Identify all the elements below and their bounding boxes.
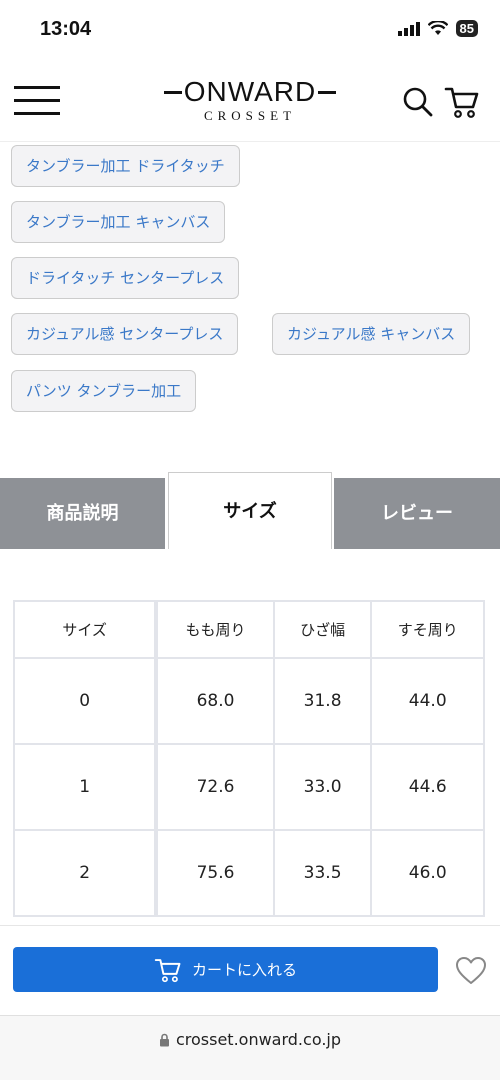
table-header: ひざ幅 [272, 600, 373, 659]
signal-icon [397, 21, 420, 36]
table-cell: 75.6 [155, 829, 275, 917]
table-cell: 0 [12, 657, 159, 745]
battery-indicator: 85 [455, 20, 478, 37]
cart-icon [444, 87, 479, 118]
logo-text: ONWARD [183, 76, 317, 107]
table-cell: 46.0 [370, 829, 485, 917]
favorite-button[interactable] [455, 956, 487, 986]
tab-size[interactable]: サイズ [168, 472, 332, 549]
table-row: 1 72.6 33.0 44.6 [12, 743, 485, 831]
cart-icon [154, 958, 181, 982]
tag-chip[interactable]: タンブラー加工 ドライタッチ [11, 145, 240, 187]
table-row: 2 75.6 33.5 46.0 [12, 829, 485, 917]
tab-description[interactable]: 商品説明 [0, 478, 165, 549]
table-cell: 72.6 [155, 743, 275, 831]
search-button[interactable] [402, 86, 434, 118]
hamburger-line [14, 99, 60, 102]
add-to-cart-label: カートに入れる [191, 961, 297, 979]
table-cell: 33.5 [272, 829, 373, 917]
lock-icon [159, 1033, 169, 1046]
url-display: crosset.onward.co.jp [0, 1030, 500, 1049]
status-icons: 85 [397, 20, 478, 37]
wifi-icon [427, 21, 448, 35]
table-cell: 31.8 [272, 657, 373, 745]
hamburger-line [14, 112, 60, 115]
cart-button[interactable] [444, 84, 480, 120]
hamburger-line [14, 86, 60, 89]
logo-subtext: CROSSET [203, 108, 297, 123]
menu-button[interactable] [14, 86, 60, 116]
tag-chip[interactable]: カジュアル感 センタープレス [11, 313, 239, 355]
tag-chip[interactable]: パンツ タンブラー加工 [11, 370, 197, 412]
logo-dash [163, 90, 182, 94]
tab-review[interactable]: レビュー [334, 478, 500, 549]
table-header: サイズ [12, 600, 159, 659]
table-cell: 2 [12, 829, 159, 917]
table-cell: 33.0 [272, 743, 373, 831]
size-table: サイズ もも周り ひざ幅 すそ周り 0 68.0 31.8 44.0 1 72.… [12, 600, 485, 917]
table-row: 0 68.0 31.8 44.0 [12, 657, 485, 745]
add-to-cart-button[interactable]: カートに入れる [13, 947, 438, 992]
tag-chip[interactable]: ドライタッチ センタープレス [11, 257, 240, 299]
site-header: ONWARD CROSSET [0, 62, 500, 142]
heart-icon [456, 957, 486, 984]
table-header: もも周り [155, 600, 275, 659]
status-bar: 13:04 85 [0, 0, 500, 62]
search-icon [403, 87, 433, 117]
browser-url-bar[interactable]: crosset.onward.co.jp [0, 1015, 500, 1080]
cart-action-bar: カートに入れる [0, 925, 500, 1015]
table-header: すそ周り [370, 600, 485, 659]
table-cell: 1 [12, 743, 159, 831]
table-cell: 44.6 [370, 743, 485, 831]
logo-dash [318, 90, 337, 94]
table-header-row: サイズ もも周り ひざ幅 すそ周り [12, 600, 485, 659]
url-text: crosset.onward.co.jp [175, 1030, 342, 1049]
product-tabs: 商品説明 サイズ レビュー [0, 472, 500, 549]
status-time: 13:04 [40, 18, 92, 40]
logo-main: ONWARD [150, 76, 350, 108]
table-cell: 44.0 [370, 657, 485, 745]
tag-chip[interactable]: タンブラー加工 キャンバス [11, 201, 226, 243]
table-cell: 68.0 [155, 657, 275, 745]
site-logo[interactable]: ONWARD CROSSET [150, 76, 350, 124]
tag-chip[interactable]: カジュアル感 キャンバス [272, 313, 471, 355]
